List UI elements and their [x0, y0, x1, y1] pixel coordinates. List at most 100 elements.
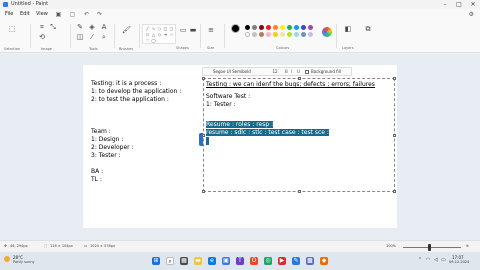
- crop-icon[interactable]: ⌗: [38, 23, 46, 31]
- resize-handle-b[interactable]: [298, 190, 301, 193]
- color-swatch[interactable]: [308, 32, 313, 37]
- color-swatch[interactable]: [259, 32, 264, 37]
- fill-icon[interactable]: ◈: [88, 23, 96, 31]
- color-swatch[interactable]: [252, 25, 257, 30]
- rectangle-shape-icon[interactable]: □: [163, 26, 168, 31]
- resize-handle-t[interactable]: [298, 77, 301, 80]
- app-icon-red[interactable]: ▶: [278, 257, 286, 265]
- shapes-gallery[interactable]: ╱ ∿ ○ □ ▢ ⬠ △ ◇ ➔ ☆ ♡ ◯: [142, 24, 176, 44]
- menu-edit[interactable]: Edit: [20, 11, 30, 18]
- color-swatch[interactable]: [273, 25, 278, 30]
- eraser-icon[interactable]: ◫: [76, 33, 84, 41]
- bold-icon[interactable]: B: [285, 69, 288, 75]
- selection-icon[interactable]: ⬚: [8, 25, 16, 33]
- close-icon[interactable]: ✕: [466, 0, 480, 9]
- underline-icon[interactable]: U: [297, 69, 300, 75]
- color-swatch[interactable]: [266, 25, 271, 30]
- store-icon[interactable]: ▣: [222, 257, 230, 265]
- color-swatch[interactable]: [301, 25, 306, 30]
- task-view-icon[interactable]: ▦: [180, 257, 188, 265]
- redo-icon[interactable]: ↷: [96, 11, 103, 18]
- font-family-select[interactable]: Segoe UI Semibold: [213, 69, 251, 75]
- triangle-shape-icon[interactable]: △: [151, 32, 156, 37]
- fill-shape-icon[interactable]: ▬: [189, 26, 197, 34]
- background-fill-checkbox[interactable]: [305, 70, 309, 74]
- wifi-icon[interactable]: ◠: [426, 257, 430, 264]
- clock-date[interactable]: 09-12-2024: [449, 260, 469, 265]
- color-swatch[interactable]: [245, 25, 250, 30]
- app-icon-orange[interactable]: ◆: [320, 257, 328, 265]
- edit-colors-icon[interactable]: [322, 27, 332, 37]
- color-swatch[interactable]: [308, 25, 313, 30]
- pencil-icon[interactable]: ✎: [76, 23, 84, 31]
- zoom-in-icon[interactable]: ⊕: [466, 244, 469, 249]
- battery-icon[interactable]: ▭: [441, 257, 446, 264]
- rounded-rect-shape-icon[interactable]: ▢: [169, 26, 174, 31]
- color-swatch[interactable]: [294, 25, 299, 30]
- star-shape-icon[interactable]: ☆: [169, 32, 174, 37]
- size-icon[interactable]: ≡: [207, 26, 215, 34]
- file-explorer-icon[interactable]: ▬: [194, 257, 202, 265]
- color-swatch[interactable]: [259, 25, 264, 30]
- color-swatch[interactable]: [287, 25, 292, 30]
- outline-icon[interactable]: ▭: [179, 26, 187, 34]
- text-icon[interactable]: A: [100, 23, 108, 31]
- menu-file[interactable]: File: [5, 11, 13, 18]
- line-shape-icon[interactable]: ╱: [145, 26, 150, 31]
- color-swatch[interactable]: [280, 32, 285, 37]
- resize-handle-br[interactable]: [393, 190, 396, 193]
- start-icon[interactable]: ⊞: [152, 257, 160, 265]
- resize-handle-bl[interactable]: [202, 190, 205, 193]
- diamond-shape-icon[interactable]: ◇: [157, 32, 162, 37]
- color-picker-icon[interactable]: ⁄: [88, 33, 96, 41]
- oval-shape-icon[interactable]: ○: [157, 26, 162, 31]
- paint-taskbar-icon[interactable]: ✎: [292, 257, 300, 265]
- heart-shape-icon[interactable]: ♡: [145, 38, 150, 43]
- magnifier-icon[interactable]: ⌕: [100, 33, 108, 41]
- rotate-icon[interactable]: ⟲: [38, 33, 46, 41]
- edge-icon[interactable]: e: [208, 257, 216, 265]
- color-swatch[interactable]: [287, 32, 292, 37]
- maximize-icon[interactable]: □: [452, 0, 466, 9]
- color-swatch[interactable]: [273, 32, 278, 37]
- color-swatch[interactable]: [294, 32, 299, 37]
- zoom-slider[interactable]: [403, 247, 461, 248]
- brush-icon[interactable]: 🖌: [122, 26, 131, 34]
- arrow-shape-icon[interactable]: ➔: [163, 32, 168, 37]
- curve-shape-icon[interactable]: ∿: [151, 26, 156, 31]
- color-swatch[interactable]: [266, 32, 271, 37]
- canvas[interactable]: Testing: it is a process :1: to develop …: [83, 65, 397, 228]
- resize-handle-r[interactable]: [393, 134, 396, 137]
- volume-icon[interactable]: ◁: [434, 257, 438, 264]
- layers-icon[interactable]: ◧: [344, 25, 352, 33]
- undo-icon[interactable]: ↶: [83, 11, 90, 18]
- chrome-icon[interactable]: ◎: [264, 257, 272, 265]
- callout-shape-icon[interactable]: ◯: [151, 38, 156, 43]
- text-box[interactable]: Testing : we can idenf the bugs; defects…: [199, 77, 396, 193]
- app-icon-blue[interactable]: ▩: [306, 257, 314, 265]
- minimize-icon[interactable]: –: [438, 0, 452, 9]
- italic-icon[interactable]: I: [291, 69, 292, 75]
- layers-panel-icon[interactable]: ⧉: [364, 25, 372, 33]
- menu-view[interactable]: View: [36, 11, 48, 18]
- save-icon[interactable]: ▣: [55, 11, 62, 18]
- zoom-level[interactable]: 100%: [386, 244, 396, 249]
- resize-handle-tr[interactable]: [393, 77, 396, 80]
- resize-handle-tl[interactable]: [202, 77, 205, 80]
- teams-icon[interactable]: T: [236, 257, 244, 265]
- color-swatch[interactable]: [245, 32, 250, 37]
- resize-icon[interactable]: ⤡: [49, 23, 57, 31]
- color-swatch[interactable]: [280, 25, 285, 30]
- app-icon-office[interactable]: O: [250, 257, 258, 265]
- new-file-icon[interactable]: ▢: [69, 11, 76, 18]
- weather-description[interactable]: Partly sunny: [13, 260, 35, 265]
- color-swatch[interactable]: [252, 32, 257, 37]
- zoom-slider-thumb[interactable]: [428, 244, 431, 251]
- gear-icon[interactable]: ⚙: [469, 11, 474, 18]
- color-swatch[interactable]: [301, 32, 306, 37]
- chevron-up-icon[interactable]: ⌃: [418, 257, 422, 264]
- primary-color[interactable]: [231, 24, 240, 33]
- weather-icon[interactable]: [4, 256, 10, 262]
- polygon-shape-icon[interactable]: ⬠: [145, 32, 150, 37]
- font-size-select[interactable]: 12: [269, 69, 281, 75]
